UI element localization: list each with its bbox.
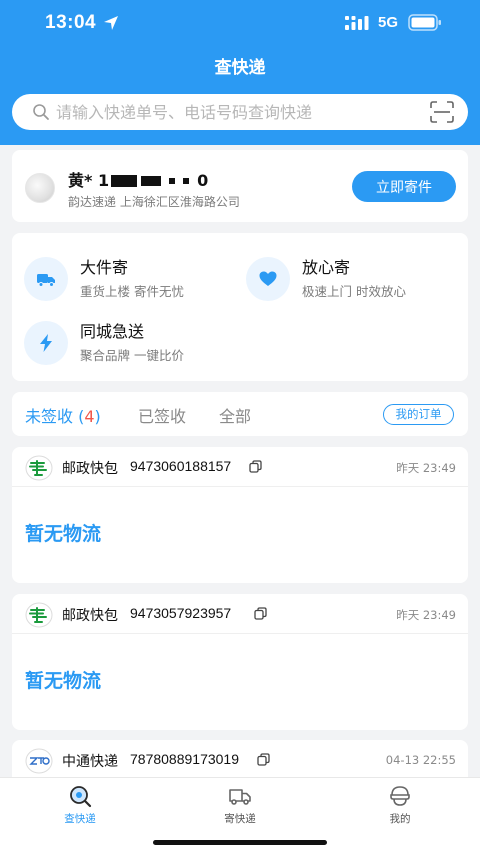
unsigned-count-badge: 4 <box>84 407 95 426</box>
tracking-number: 9473057923957 <box>130 605 232 621</box>
home-indicator <box>153 840 327 845</box>
package-card[interactable]: 邮政快包 9473060188157 昨天 23:49 暂无物流 <box>12 447 468 583</box>
carrier-name: 邮政快包 <box>62 608 118 624</box>
service-city-express-item[interactable]: 同城急送 聚合品牌 一键比价 <box>24 317 234 367</box>
recipient-card: 黄* 1 0 韵达速递 上海徐汇区淮海路公司 立即寄件 <box>12 150 468 222</box>
status-bar: 13:04 5G <box>0 0 480 46</box>
delivery-truck-icon <box>229 789 251 805</box>
bottom-tab-label: 我的 <box>389 813 411 825</box>
redaction-mark <box>141 176 162 186</box>
search-package-icon <box>70 786 92 808</box>
recipient-branch: 上海徐汇区淮海路公司 <box>119 195 240 209</box>
package-time: 昨天 23:49 <box>396 461 456 475</box>
search-icon <box>33 104 49 120</box>
redaction-mark <box>183 178 190 184</box>
package-time: 04-13 22:55 <box>385 753 456 767</box>
search-box[interactable] <box>12 94 468 130</box>
tab-all[interactable]: 全部 <box>219 403 251 427</box>
scan-icon[interactable] <box>430 101 454 123</box>
tab-paren: ( <box>73 407 85 426</box>
carrier-name: 邮政快包 <box>62 461 118 477</box>
copy-icon[interactable] <box>249 460 262 473</box>
network-type-label: 5G <box>378 14 399 31</box>
page-title: 查快递 <box>214 58 266 78</box>
battery-icon <box>408 14 441 31</box>
bottom-tab-label: 寄快递 <box>224 813 256 825</box>
tab-paren: ) <box>94 407 101 426</box>
recipient-carrier: 韵达速递 <box>68 195 117 209</box>
package-card-header: 邮政快包 9473060188157 昨天 23:49 <box>12 447 468 487</box>
service-subtitle: 极速上门 时效放心 <box>302 284 406 299</box>
recipient-name-suffix: 0 <box>197 171 209 190</box>
service-icon-bg <box>246 257 290 301</box>
lightning-icon <box>40 334 52 352</box>
bottom-tab-query[interactable]: 查快递 <box>40 784 120 828</box>
avatar <box>25 173 55 203</box>
copy-icon[interactable] <box>257 753 270 766</box>
carrier-name: 中通快递 <box>62 754 118 770</box>
package-filter-tabs: 未签收 (4) 已签收 全部 我的订单 <box>12 392 468 436</box>
tracking-number: 78780889173019 <box>130 751 240 767</box>
tab-signed[interactable]: 已签收 <box>138 403 186 427</box>
china-post-logo-icon <box>25 455 53 481</box>
zto-logo-icon <box>25 748 53 774</box>
my-orders-button[interactable]: 我的订单 <box>383 404 454 425</box>
recipient-carrier-info: 韵达速递 上海徐汇区淮海路公司 <box>68 193 240 210</box>
bottom-tab-label: 查快递 <box>64 813 96 825</box>
service-icon-bg <box>24 321 68 365</box>
package-time: 昨天 23:49 <box>396 608 456 622</box>
location-arrow-icon <box>104 16 118 30</box>
service-large-item[interactable]: 大件寄 重货上楼 寄件无忧 <box>24 253 234 303</box>
service-title: 大件寄 <box>80 258 129 277</box>
service-title: 放心寄 <box>302 258 351 277</box>
tab-unsigned-label: 未签收 <box>25 407 74 426</box>
package-card-header: 中通快递 78780889173019 04-13 22:55 <box>12 740 468 780</box>
service-safe-item[interactable]: 放心寄 极速上门 时效放心 <box>246 253 456 303</box>
redaction-mark <box>111 175 138 187</box>
copy-icon[interactable] <box>254 607 267 620</box>
package-card-header: 邮政快包 9473057923957 昨天 23:49 <box>12 594 468 634</box>
recipient-name: 黄* 1 0 <box>68 167 208 191</box>
tracking-number: 9473060188157 <box>130 458 232 474</box>
bottom-tab-mine[interactable]: 我的 <box>360 784 440 828</box>
logistics-status: 暂无物流 <box>25 670 102 692</box>
package-card[interactable]: 邮政快包 9473057923957 昨天 23:49 暂无物流 <box>12 594 468 730</box>
service-title: 同城急送 <box>80 322 145 341</box>
bottom-tab-send[interactable]: 寄快递 <box>200 784 280 828</box>
service-icon-bg <box>24 257 68 301</box>
truck-icon <box>37 274 55 287</box>
service-subtitle: 聚合品牌 一键比价 <box>80 348 184 363</box>
tab-unsigned[interactable]: 未签收 (4) <box>25 403 101 427</box>
redaction-mark <box>169 178 176 184</box>
services-card: 大件寄 重货上楼 寄件无忧 放心寄 极速上门 时效放心 同城急送 聚合品牌 一键… <box>12 233 468 381</box>
logistics-status: 暂无物流 <box>25 523 102 545</box>
service-subtitle: 重货上楼 寄件无忧 <box>80 284 184 299</box>
app-header: 13:04 5G 查快递 <box>0 0 480 145</box>
china-post-logo-icon <box>25 602 53 628</box>
send-now-button[interactable]: 立即寄件 <box>352 171 456 202</box>
cellular-signal-icon <box>345 16 369 30</box>
profile-icon <box>390 786 410 806</box>
status-time: 13:04 <box>45 12 97 33</box>
recipient-name-prefix: 黄* 1 <box>68 171 110 190</box>
search-input[interactable] <box>56 94 416 130</box>
heart-icon <box>259 271 277 286</box>
